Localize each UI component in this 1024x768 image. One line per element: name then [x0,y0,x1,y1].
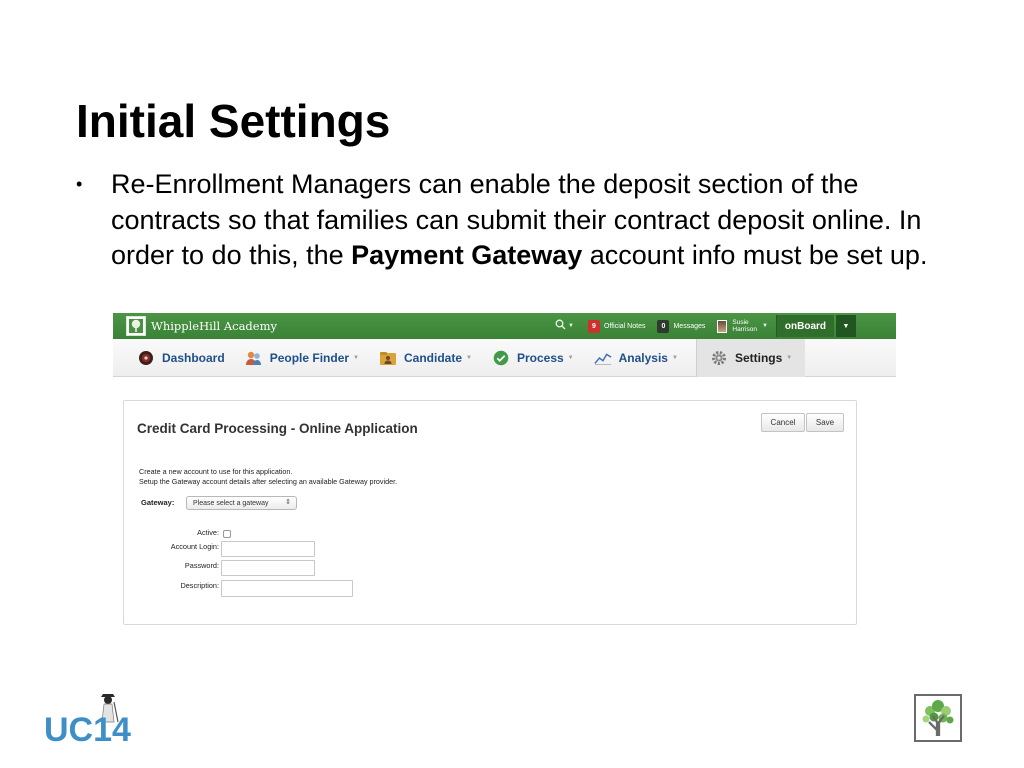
search-icon [555,319,566,333]
notes-count-badge[interactable]: 9 [587,319,600,333]
candidate-folder-icon [379,349,397,367]
slide-title: Initial Settings [76,95,391,147]
user-menu[interactable]: Susie Harrison ▼ [717,319,768,333]
uc14-logo: UC14 [44,692,156,749]
bullet-text-bold: Payment Gateway [351,240,583,270]
chevron-down-icon: ▼ [353,354,359,361]
chevron-down-icon: ▼ [567,354,574,361]
line-chart-icon [593,349,612,367]
bullet-text: Re-Enrollment Managers can enable the de… [111,167,956,274]
nav-settings[interactable]: Settings ▼ [695,338,806,377]
messages-link[interactable]: Messages [673,323,705,330]
form-description-line2: Setup the Gateway account details after … [139,477,398,486]
password-label: Password: [184,561,219,570]
nav-people-finder[interactable]: People Finder ▼ [235,339,369,377]
brand-tree-icon [126,316,146,336]
caret-down-icon: ▼ [842,322,850,330]
bullet-dot: • [76,174,83,194]
chevron-down-icon: ▼ [786,354,793,361]
dashboard-icon [137,349,155,367]
chevron-down-icon: ▼ [761,323,768,329]
uc14-logo-text: UC14 [44,711,131,744]
user-name: Susie Harrison [732,319,757,333]
form-description-line1: Create a new account to use for this app… [139,467,293,476]
tree-logo [914,694,962,742]
chevron-down-icon: ▼ [671,354,678,361]
credit-card-form-panel: Credit Card Processing - Online Applicat… [123,400,857,625]
description-label: Description: [180,581,219,590]
chevron-down-icon: ▼ [568,323,574,329]
nav-people-finder-label: People Finder [269,350,350,365]
gateway-select-value: Please select a gateway [193,499,269,507]
user-last-name: Harrison [732,326,757,333]
nav-dashboard-label: Dashboard [162,350,225,365]
cancel-button[interactable]: Cancel [761,413,805,432]
nav-analysis-label: Analysis [618,350,668,365]
top-bar: WhippleHill Academy ▼ 9 Official Notes 0… [113,313,896,339]
description-input[interactable] [221,580,353,597]
gateway-label: Gateway: [141,498,175,507]
brand[interactable]: WhippleHill Academy [126,313,277,339]
main-nav: Dashboard People Finder ▼ Candidate ▼ Pr… [113,338,896,377]
top-bar-right: ▼ 9 Official Notes 0 Messages Susie Harr… [555,313,896,339]
official-notes-link[interactable]: Official Notes [604,323,646,330]
nav-candidate[interactable]: Candidate ▼ [369,339,482,377]
avatar [717,319,728,333]
gateway-select[interactable]: Please select a gateway ⇕ [186,496,297,510]
save-button[interactable]: Save [806,413,844,432]
bullet-text-part2: account info must be set up. [582,240,928,270]
nav-settings-label: Settings [734,350,783,365]
nav-analysis[interactable]: Analysis ▼ [584,339,688,377]
messages-count-badge[interactable]: 0 [657,319,670,333]
chevron-down-icon: ▼ [466,354,472,361]
search-button[interactable]: ▼ [555,319,574,333]
select-arrows-icon: ⇕ [285,499,291,506]
onboard-button[interactable]: onBoard [775,315,834,337]
check-circle-icon [492,349,510,367]
gear-icon [710,349,728,367]
form-title: Credit Card Processing - Online Applicat… [137,421,418,436]
nav-process[interactable]: Process ▼ [482,339,584,377]
active-label: Active: [197,528,219,537]
nav-process-label: Process [516,350,564,365]
password-input[interactable] [221,560,315,576]
bullet-point: • Re-Enrollment Managers can enable the … [76,167,956,274]
active-checkbox[interactable] [223,530,231,538]
app-header: WhippleHill Academy ▼ 9 Official Notes 0… [113,313,896,377]
account-login-label: Account Login: [170,542,219,551]
brand-name: WhippleHill Academy [151,319,278,333]
account-login-input[interactable] [221,541,315,557]
people-icon [245,349,263,367]
nav-dashboard[interactable]: Dashboard [127,339,235,377]
nav-candidate-label: Candidate [404,350,463,365]
onboard-dropdown-button[interactable]: ▼ [836,315,856,337]
user-first-name: Susie [732,319,749,326]
form-description: Create a new account to use for this app… [139,467,397,487]
